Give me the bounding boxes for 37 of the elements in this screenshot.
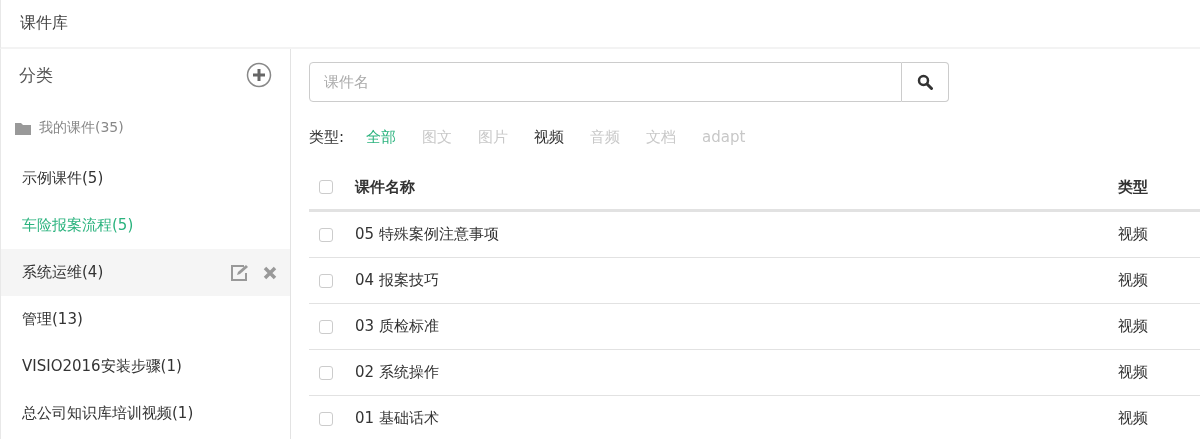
edit-icon[interactable]	[230, 263, 250, 282]
table-cell-text: 视频	[1118, 271, 1149, 290]
filter-label: 类型:	[309, 127, 345, 147]
table-cell-text: 01 基础话术	[355, 409, 440, 428]
table-cell-text: 02 系统操作	[355, 363, 440, 382]
table-cell-text: 视频	[1118, 317, 1149, 336]
search-button[interactable]	[902, 62, 949, 102]
column-header: 课件名称	[355, 177, 416, 197]
table-cell-text: 视频	[1118, 409, 1149, 428]
category-item[interactable]: VISIO2016安装步骤(1)	[1, 343, 290, 390]
category-item[interactable]: 示例课件(5)	[1, 155, 290, 202]
table-cell-text: 05 特殊案例注意事项	[355, 225, 500, 244]
category-item[interactable]: 车险报案流程(5)	[1, 202, 290, 249]
add-icon[interactable]	[246, 62, 272, 88]
filter-option[interactable]: 视频	[534, 127, 565, 147]
table-cell-text: 03 质检标准	[355, 317, 440, 336]
checkbox[interactable]	[319, 227, 333, 242]
checkbox[interactable]	[319, 319, 333, 334]
column-header: 类型	[1118, 177, 1149, 197]
checkbox[interactable]	[319, 365, 333, 380]
search-field[interactable]: 课件名	[309, 62, 902, 102]
search-icon[interactable]	[917, 74, 933, 90]
close-icon[interactable]	[262, 264, 278, 281]
checkbox[interactable]	[319, 273, 333, 288]
filter-option[interactable]: 全部	[366, 127, 397, 147]
category-item[interactable]: 系统运维(4)	[1, 249, 290, 296]
page-title: 课件库	[20, 13, 68, 34]
table-cell-text: 视频	[1118, 363, 1149, 382]
table-cell-text: 视频	[1118, 225, 1149, 244]
category-heading: 分类	[19, 63, 53, 87]
tree-root-label[interactable]: 我的课件(35)	[39, 119, 124, 137]
folder-icon[interactable]	[15, 121, 31, 135]
category-item[interactable]: 总公司知识库培训视频(1)	[1, 390, 290, 437]
checkbox[interactable]	[319, 180, 333, 194]
table-cell-text: 04 报案技巧	[355, 271, 440, 290]
category-item[interactable]: 管理(13)	[1, 296, 290, 343]
checkbox[interactable]	[319, 411, 333, 426]
